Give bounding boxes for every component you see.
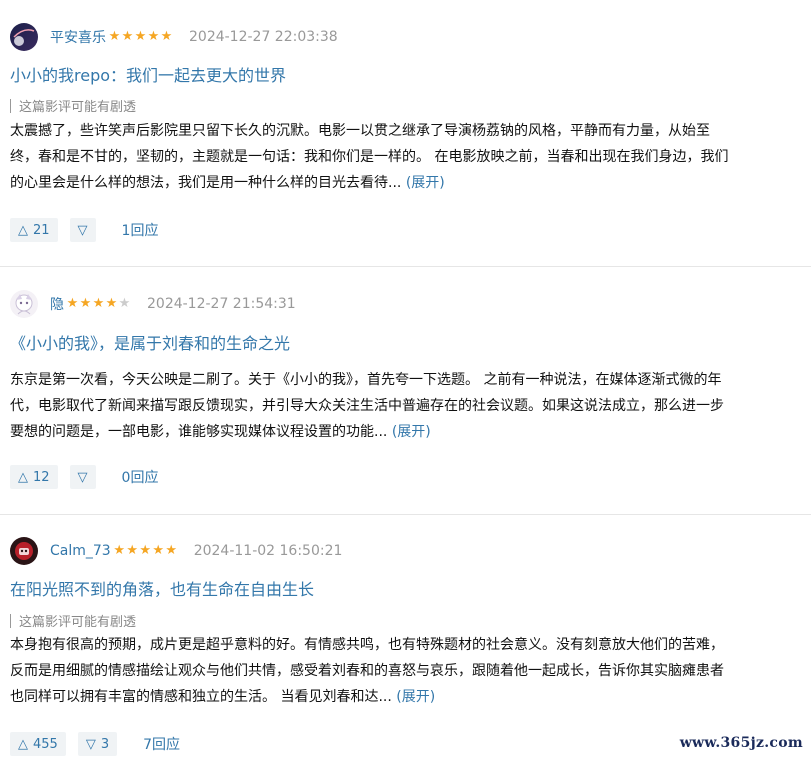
star-icon: ★	[105, 296, 118, 311]
upvote-button[interactable]: △ 12	[10, 465, 58, 489]
avatar-image	[10, 290, 38, 318]
avatar[interactable]	[10, 537, 38, 565]
review-date: 2024-11-02 16:50:21	[193, 543, 343, 559]
review-actions: △ 21 ▽ 1回应	[10, 217, 158, 243]
review-body-line: 太震撼了，些许笑声后影院里只留下长久的沉默。电影一以贯之继承了导演杨荔钠的风格，…	[10, 123, 710, 139]
review-title[interactable]: 在阳光照不到的角落，也有生命在自由生长	[10, 576, 314, 600]
watermark: www.365jz.com	[679, 735, 803, 751]
expand-link[interactable]: (展开)	[392, 424, 431, 440]
star-icon: ★	[134, 29, 147, 44]
spoiler-notice: 这篇影评可能有剧透	[10, 96, 136, 115]
upvote-icon: △	[18, 222, 28, 238]
upvote-count: 21	[33, 222, 50, 238]
review-body: 太震撼了，些许笑声后影院里只留下长久的沉默。电影一以贯之继承了导演杨荔钠的风格，…	[10, 118, 800, 196]
star-icon: ★	[66, 296, 79, 311]
rating-stars: ★ ★ ★ ★ ★	[66, 297, 131, 311]
upvote-icon: △	[18, 469, 28, 485]
review-title[interactable]: 小小的我repo：我们一起去更大的世界	[10, 62, 286, 86]
avatar-image	[10, 23, 38, 51]
review-title[interactable]: 《小小的我》，是属于刘春和的生命之光	[10, 330, 290, 354]
review-actions: △ 12 ▽ 0回应	[10, 464, 158, 490]
upvote-button[interactable]: △ 21	[10, 218, 58, 242]
divider	[0, 514, 811, 515]
star-icon: ★	[147, 29, 160, 44]
spoiler-text: 这篇影评可能有剧透	[19, 100, 137, 115]
review-body-text: 也同样可以拥有丰富的情感和独立的生活。 当看见刘春和达...	[10, 689, 392, 705]
downvote-icon: ▽	[85, 736, 96, 752]
review-header: 平安喜乐 ★ ★ ★ ★ ★ 2024-12-27 22:03:38	[10, 22, 338, 52]
spoiler-bar	[10, 98, 11, 113]
username[interactable]: 隐	[50, 294, 64, 314]
avatar[interactable]	[10, 290, 38, 318]
review-header: 隐 ★ ★ ★ ★ ★ 2024-12-27 21:54:31	[10, 289, 296, 319]
star-icon: ★	[126, 543, 139, 558]
spoiler-text: 这篇影评可能有剧透	[19, 615, 137, 630]
review-item: Calm_73 ★ ★ ★ ★ ★ 2024-11-02 16:50:21 在阳…	[0, 516, 811, 759]
downvote-count: 3	[100, 736, 110, 752]
expand-link[interactable]: (展开)	[406, 175, 445, 191]
username[interactable]: Calm_73	[50, 543, 111, 559]
review-date: 2024-12-27 21:54:31	[147, 296, 296, 312]
downvote-icon: ▽	[77, 469, 88, 485]
expand-link[interactable]: (展开)	[396, 689, 435, 705]
downvote-button[interactable]: ▽ 3	[77, 732, 118, 756]
reply-link[interactable]: 1回应	[122, 220, 159, 240]
star-icon: ★	[113, 543, 126, 558]
spoiler-bar	[10, 613, 11, 628]
star-icon: ★	[118, 296, 131, 311]
rating-stars: ★ ★ ★ ★ ★	[108, 30, 173, 44]
star-icon: ★	[108, 29, 121, 44]
star-icon: ★	[79, 296, 92, 311]
star-icon: ★	[165, 543, 178, 558]
reply-link[interactable]: 0回应	[122, 467, 159, 487]
rating-stars: ★ ★ ★ ★ ★	[113, 544, 178, 558]
review-body-line: 终，春和是不甘的，坚韧的，主题就是一句话：我和你们是一样的。 在电影放映之前，当…	[10, 149, 729, 165]
review-body: 本身抱有很高的预期，成片更是超乎意料的好。有情感共鸣，也有特殊题材的社会意义。没…	[10, 632, 800, 710]
reply-link[interactable]: 7回应	[143, 734, 180, 754]
star-icon: ★	[160, 29, 173, 44]
downvote-button[interactable]: ▽	[69, 465, 96, 489]
username[interactable]: 平安喜乐	[50, 27, 106, 47]
star-icon: ★	[152, 543, 165, 558]
review-body-text: 的心里会是什么样的想法，我们是用一种什么样的目光去看待...	[10, 175, 402, 191]
review-body-line: 要想的问题是，一部电影，谁能够实现媒体议程设置的功能... (展开)	[10, 419, 800, 445]
upvote-count: 455	[33, 736, 58, 752]
review-body-text: 要想的问题是，一部电影，谁能够实现媒体议程设置的功能...	[10, 424, 388, 440]
review-body-line: 东京是第一次看，今天公映是二刷了。关于《小小的我》，首先夸一下选题。 之前有一种…	[10, 372, 722, 388]
review-body-line: 反而是用细腻的情感描绘让观众与他们共情，感受着刘春和的喜怒与哀乐，跟随着他一起成…	[10, 663, 724, 679]
review-item: 平安喜乐 ★ ★ ★ ★ ★ 2024-12-27 22:03:38 小小的我r…	[0, 0, 811, 266]
review-body-line: 的心里会是什么样的想法，我们是用一种什么样的目光去看待... (展开)	[10, 170, 800, 196]
review-body-line: 代，电影取代了新闻来描写跟反馈现实，并引导大众关注生活中普遍存在的社会议题。如果…	[10, 398, 724, 414]
review-body-line: 也同样可以拥有丰富的情感和独立的生活。 当看见刘春和达... (展开)	[10, 684, 800, 710]
review-actions: △ 455 ▽ 3 7回应	[10, 731, 180, 757]
upvote-count: 12	[33, 469, 50, 485]
spoiler-notice: 这篇影评可能有剧透	[10, 611, 136, 630]
upvote-button[interactable]: △ 455	[10, 732, 66, 756]
review-body-line: 本身抱有很高的预期，成片更是超乎意料的好。有情感共鸣，也有特殊题材的社会意义。没…	[10, 637, 724, 653]
upvote-icon: △	[18, 736, 28, 752]
downvote-button[interactable]: ▽	[69, 218, 96, 242]
review-body: 东京是第一次看，今天公映是二刷了。关于《小小的我》，首先夸一下选题。 之前有一种…	[10, 367, 800, 445]
review-header: Calm_73 ★ ★ ★ ★ ★ 2024-11-02 16:50:21	[10, 536, 342, 566]
downvote-icon: ▽	[77, 222, 88, 238]
star-icon: ★	[139, 543, 152, 558]
divider	[0, 266, 811, 267]
avatar-image	[10, 537, 38, 565]
review-item: 隐 ★ ★ ★ ★ ★ 2024-12-27 21:54:31 《小小的我》，是…	[0, 268, 811, 514]
star-icon: ★	[92, 296, 105, 311]
star-icon: ★	[121, 29, 134, 44]
avatar[interactable]	[10, 23, 38, 51]
review-date: 2024-12-27 22:03:38	[189, 29, 338, 45]
